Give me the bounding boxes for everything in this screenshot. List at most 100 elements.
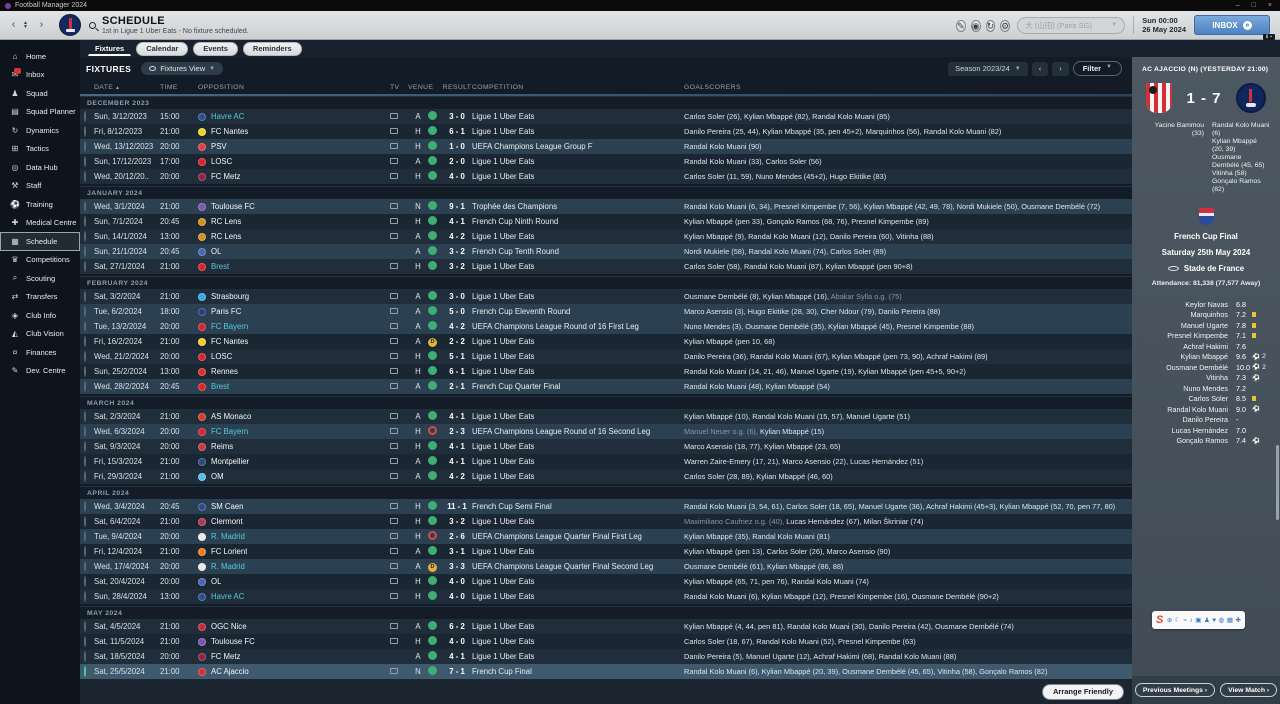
column-header-result[interactable]: RESULT bbox=[442, 84, 472, 91]
fixture-row[interactable]: Sat, 6/4/2024 21:00 Clermont H 3 - 2 Ligue 1 … bbox=[80, 514, 1132, 529]
fixture-row[interactable]: Wed, 13/12/2023 20:00 PSV H 1 - 0 UEFA Champi… bbox=[80, 139, 1132, 154]
sidebar-item-transfers[interactable]: ⇄ Transfers bbox=[0, 288, 80, 307]
fixture-row[interactable]: Tue, 13/2/2024 20:00 FC Bayern A 4 - 2 UEFA C… bbox=[80, 319, 1132, 334]
fixture-opposition[interactable]: Clermont bbox=[198, 517, 390, 526]
row-expander-icon[interactable] bbox=[84, 441, 86, 452]
player-rating-row[interactable]: Ousmane Dembélé 10.0 ⚽ 2 bbox=[1132, 362, 1280, 373]
fixture-row[interactable]: Sat, 25/5/2024 21:00 AC Ajaccio N 7 - 1 Frenc… bbox=[80, 664, 1132, 679]
fixture-row[interactable]: Fri, 12/4/2024 21:00 FC Lorient A 3 - 1 Ligue… bbox=[80, 544, 1132, 559]
season-next-button[interactable]: › bbox=[1052, 61, 1069, 76]
sidebar-item-schedule[interactable]: ▦ Schedule bbox=[0, 232, 80, 251]
row-expander-icon[interactable] bbox=[84, 636, 86, 647]
fixture-opposition[interactable]: FC Lorient bbox=[198, 547, 390, 556]
fixture-opposition[interactable]: R. Madrid bbox=[198, 532, 390, 541]
row-expander-icon[interactable] bbox=[84, 651, 86, 662]
arrange-friendly-button[interactable]: Arrange Friendly bbox=[1041, 683, 1124, 700]
fixture-row[interactable]: Sun, 17/12/2023 17:00 LOSC A 2 - 0 Ligue 1 Ub… bbox=[80, 154, 1132, 169]
row-expander-icon[interactable] bbox=[84, 426, 86, 437]
fixture-row[interactable]: Wed, 21/2/2024 20:00 LOSC H 5 - 1 Ligue 1 Ube… bbox=[80, 349, 1132, 364]
fixture-row[interactable]: Fri, 16/2/2024 21:00 FC Nantes A D 2 - 2 Ligue… bbox=[80, 334, 1132, 349]
fixture-row[interactable]: Fri, 8/12/2023 21:00 FC Nantes H 6 - 1 Ligue … bbox=[80, 124, 1132, 139]
fixture-opposition[interactable]: FC Nantes bbox=[198, 337, 390, 346]
overlay-icon-6[interactable]: ♟ bbox=[1204, 616, 1210, 624]
row-expander-icon[interactable] bbox=[84, 561, 86, 572]
forward-button[interactable]: › bbox=[34, 18, 49, 33]
sidebar-item-club-info[interactable]: ◈ Club Info bbox=[0, 306, 80, 325]
sidebar-item-staff[interactable]: ⚒ Staff bbox=[0, 177, 80, 196]
edit-icon[interactable]: ✎ bbox=[956, 20, 966, 32]
overlay-icon-5[interactable]: ▣ bbox=[1195, 616, 1201, 624]
history-stepper[interactable]: ▲ ▼ bbox=[23, 21, 28, 30]
close-button[interactable]: × bbox=[1268, 2, 1272, 9]
fixture-opposition[interactable]: OL bbox=[198, 247, 390, 256]
fixture-opposition[interactable]: OGC Nice bbox=[198, 622, 390, 631]
panel-scrollbar[interactable] bbox=[1276, 445, 1279, 520]
sidebar-item-training[interactable]: ⚽ Training bbox=[0, 195, 80, 214]
player-rating-row[interactable]: Achraf Hakimi 7.6 bbox=[1132, 341, 1280, 352]
season-dropdown[interactable]: Season 2023/24 ▼ bbox=[948, 61, 1028, 76]
sidebar-item-squad[interactable]: ♟ Squad bbox=[0, 84, 80, 103]
fixture-row[interactable]: Wed, 17/4/2024 20:00 R. Madrid A D 3 - 3 UEFA … bbox=[80, 559, 1132, 574]
player-rating-row[interactable]: Vitinha 7.3 ⚽ bbox=[1132, 373, 1280, 384]
row-expander-icon[interactable] bbox=[84, 576, 86, 587]
row-expander-icon[interactable] bbox=[84, 141, 86, 152]
fixture-opposition[interactable]: Toulouse FC bbox=[198, 202, 390, 211]
fixture-opposition[interactable]: LOSC bbox=[198, 157, 390, 166]
overlay-icon-1[interactable]: ⊕ bbox=[1167, 616, 1172, 624]
fixture-row[interactable]: Sat, 9/3/2024 20:00 Reims H 4 - 1 Ligue 1 Ube… bbox=[80, 439, 1132, 454]
row-expander-icon[interactable] bbox=[84, 156, 86, 167]
row-expander-icon[interactable] bbox=[84, 546, 86, 557]
view-match-button[interactable]: View Match › bbox=[1220, 683, 1278, 697]
fixture-opposition[interactable]: RC Lens bbox=[198, 217, 390, 226]
player-rating-row[interactable]: Randal Kolo Muani 9.0 ⚽ bbox=[1132, 404, 1280, 415]
settings-icon[interactable]: ⚙ bbox=[1000, 20, 1011, 32]
fixture-opposition[interactable]: Reims bbox=[198, 442, 390, 451]
fixture-row[interactable]: Sun, 28/4/2024 13:00 Havre AC H 4 - 0 Ligue 1… bbox=[80, 589, 1132, 604]
sidebar-item-club-vision[interactable]: ◭ Club Vision bbox=[0, 325, 80, 344]
overlay-icon-8[interactable]: ◍ bbox=[1219, 616, 1225, 624]
filter-dropdown[interactable]: Filter ▼ bbox=[1072, 61, 1122, 76]
fixture-row[interactable]: Sat, 2/3/2024 21:00 AS Monaco A 4 - 1 Ligue 1… bbox=[80, 409, 1132, 424]
search-icon[interactable] bbox=[88, 21, 96, 29]
fixtures-view-dropdown[interactable]: Fixtures View ▼ bbox=[141, 62, 224, 75]
fixture-row[interactable]: Tue, 9/4/2024 20:00 R. Madrid H 2 - 6 UEFA Ch… bbox=[80, 529, 1132, 544]
fixture-row[interactable]: Sun, 3/12/2023 15:00 Havre AC A 3 - 0 Ligue 1… bbox=[80, 109, 1132, 124]
row-expander-icon[interactable] bbox=[84, 246, 86, 257]
player-rating-row[interactable]: Lucas Hernández 7.0 bbox=[1132, 425, 1280, 436]
psg-club-crest[interactable] bbox=[58, 14, 81, 36]
player-rating-row[interactable]: Presnel Kimpembe 7.1 bbox=[1132, 331, 1280, 342]
fixture-row[interactable]: Sat, 20/4/2024 20:00 OL H 4 - 0 Ligue 1 Uber … bbox=[80, 574, 1132, 589]
player-rating-row[interactable]: Kylian Mbappé 9.6 ⚽ 2 bbox=[1132, 352, 1280, 363]
fixture-opposition[interactable]: FC Bayern bbox=[198, 322, 390, 331]
sync-icon[interactable]: ↻ bbox=[985, 20, 996, 32]
fixture-opposition[interactable]: FC Metz bbox=[198, 652, 390, 661]
row-expander-icon[interactable] bbox=[84, 471, 86, 482]
fixture-opposition[interactable]: FC Metz bbox=[198, 172, 390, 181]
fixture-row[interactable]: Wed, 6/3/2024 20:00 FC Bayern H 2 - 3 UEFA Ch… bbox=[80, 424, 1132, 439]
fixture-opposition[interactable]: AC Ajaccio bbox=[198, 667, 390, 676]
row-expander-icon[interactable] bbox=[84, 201, 86, 212]
fixture-row[interactable]: Sat, 4/5/2024 21:00 OGC Nice A 6 - 2 Ligue 1 … bbox=[80, 619, 1132, 634]
row-expander-icon[interactable] bbox=[84, 621, 86, 632]
row-expander-icon[interactable] bbox=[84, 351, 86, 362]
player-rating-row[interactable]: Gonçalo Ramos 7.4 ⚽ bbox=[1132, 436, 1280, 447]
fixture-opposition[interactable]: Havre AC bbox=[198, 112, 390, 121]
fixture-opposition[interactable]: Rennes bbox=[198, 367, 390, 376]
fixture-opposition[interactable]: FC Bayern bbox=[198, 427, 390, 436]
row-expander-icon[interactable] bbox=[84, 171, 86, 182]
overlay-icon-2[interactable]: ☾ bbox=[1175, 616, 1181, 624]
row-expander-icon[interactable] bbox=[84, 381, 86, 392]
row-expander-icon[interactable] bbox=[84, 456, 86, 467]
minimize-button[interactable]: – bbox=[1236, 2, 1240, 9]
sidebar-item-data-hub[interactable]: ◎ Data Hub bbox=[0, 158, 80, 177]
fixture-row[interactable]: Sat, 18/5/2024 20:00 FC Metz A 4 - 1 Ligue 1 … bbox=[80, 649, 1132, 664]
fixture-opposition[interactable]: Paris FC bbox=[198, 307, 390, 316]
fixture-row[interactable]: Tue, 6/2/2024 18:00 Paris FC A 5 - 0 French C… bbox=[80, 304, 1132, 319]
fixture-row[interactable]: Wed, 20/12/20.. 20:00 FC Metz H 4 - 0 Ligue 1… bbox=[80, 169, 1132, 184]
fixture-row[interactable]: Sun, 25/2/2024 13:00 Rennes H 6 - 1 Ligue 1 U… bbox=[80, 364, 1132, 379]
fixture-row[interactable]: Sun, 14/1/2024 13:00 RC Lens A 4 - 2 Ligue 1 … bbox=[80, 229, 1132, 244]
fixture-row[interactable]: Sat, 3/2/2024 21:00 Strasbourg A 3 - 0 Ligue … bbox=[80, 289, 1132, 304]
manager-select[interactable]: 大 (山田) (Paris SG) ▼ bbox=[1017, 16, 1126, 34]
season-prev-button[interactable]: ‹ bbox=[1031, 61, 1049, 76]
fixture-row[interactable]: Wed, 3/4/2024 20:45 SM Caen H 11 - 1 French C… bbox=[80, 499, 1132, 514]
